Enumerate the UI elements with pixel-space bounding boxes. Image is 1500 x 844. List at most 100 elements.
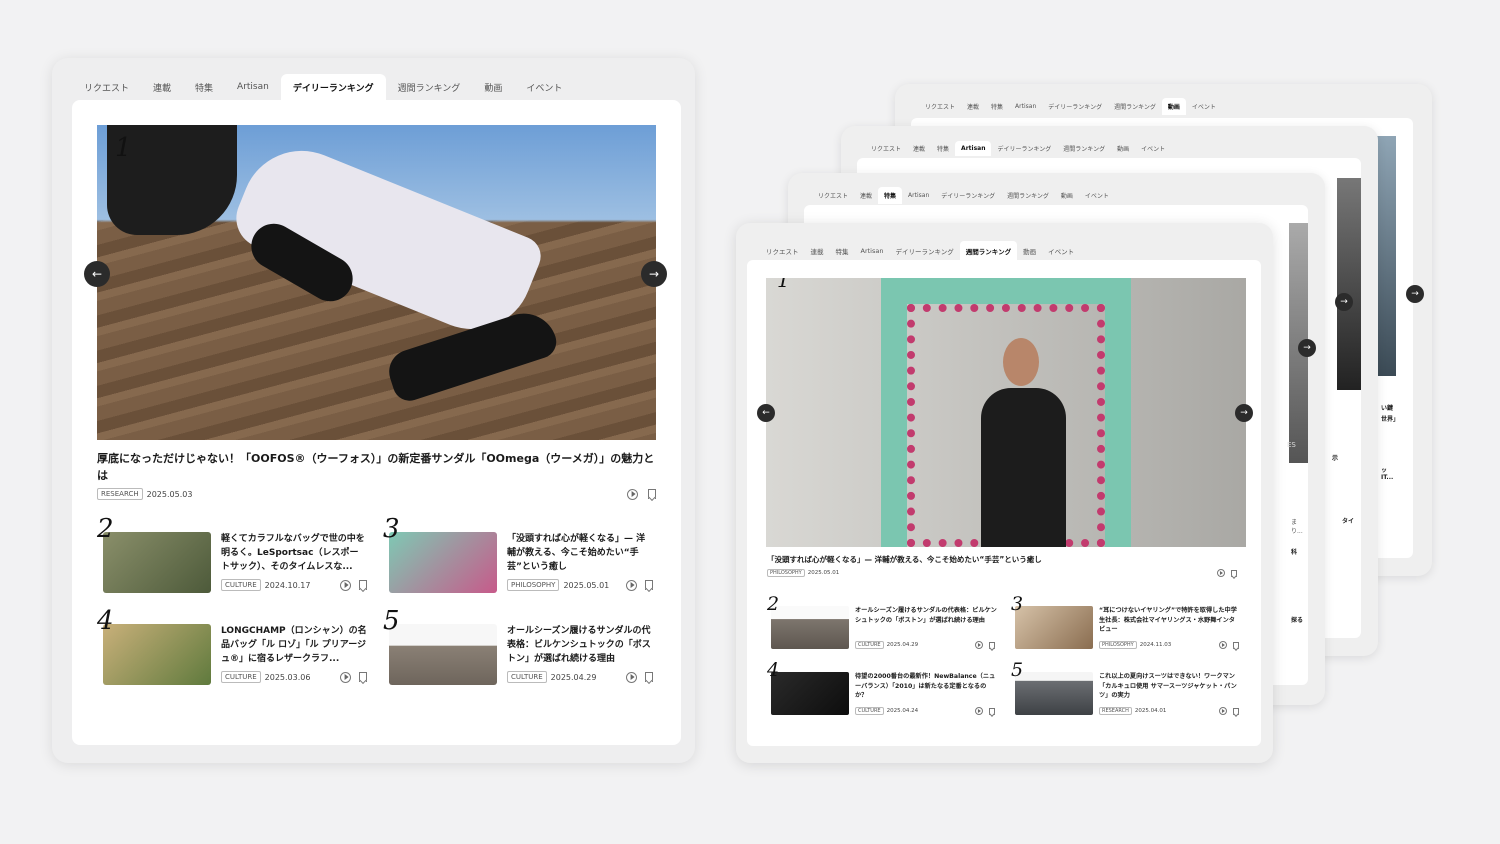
tab-request[interactable]: リクエスト: [72, 74, 141, 101]
card-title-link[interactable]: 軽くてカラフルなバッグで世の中を明るく。LeSportsac（レスポートサック）…: [221, 533, 367, 575]
play-icon[interactable]: [626, 579, 637, 591]
card-title-link[interactable]: オールシーズン履けるサンダルの代表格：ビルケンシュトックの「ボストン」が選ばれ続…: [507, 625, 653, 667]
tab-daily-ranking[interactable]: デイリーランキング: [889, 241, 959, 261]
tab-series[interactable]: 連載: [907, 140, 931, 157]
tab-request[interactable]: リクエスト: [865, 140, 907, 157]
card-title-link[interactable]: オールシーズン履けるサンダルの代表格：ビルケンシュトックの「ボストン」が選ばれ続…: [855, 606, 997, 625]
hero-image[interactable]: 1: [97, 125, 656, 440]
play-icon[interactable]: [975, 707, 983, 715]
ranking-card[interactable]: 2 オールシーズン履けるサンダルの代表格：ビルケンシュトックの「ボストン」が選ば…: [766, 595, 997, 649]
ranking-card[interactable]: 3 「没頭すれば心が軽くなる」— 洋輔が教える、今こそ始めたい“手芸”という癒し…: [383, 516, 653, 594]
tab-artisan[interactable]: Artisan: [855, 242, 890, 260]
bookmark-icon[interactable]: [645, 580, 653, 591]
tab-request[interactable]: リクエスト: [812, 187, 854, 204]
tab-feature[interactable]: 特集: [830, 241, 855, 261]
card-title-link[interactable]: LONGCHAMP（ロンシャン）の名品バッグ「ル ロゾ」「ル プリアージュ®」に…: [221, 625, 367, 667]
play-icon[interactable]: [1219, 641, 1227, 649]
tab-video[interactable]: 動画: [472, 74, 514, 101]
tab-daily-ranking[interactable]: デイリーランキング: [991, 140, 1057, 157]
play-icon[interactable]: [340, 579, 351, 591]
bookmark-icon[interactable]: [1231, 569, 1237, 577]
next-arrow-button[interactable]: →: [1335, 293, 1353, 311]
category-tag[interactable]: CULTURE: [855, 641, 884, 649]
tab-video[interactable]: 動画: [1111, 140, 1135, 157]
card-thumbnail[interactable]: [1015, 606, 1093, 649]
tab-event[interactable]: イベント: [1042, 241, 1080, 261]
category-tag[interactable]: PHILOSOPHY: [507, 579, 560, 592]
prev-arrow-button[interactable]: ←: [757, 404, 775, 422]
bookmark-icon[interactable]: [1233, 707, 1239, 715]
tab-daily-ranking[interactable]: デイリーランキング: [280, 73, 386, 101]
ranking-card[interactable]: 2 軽くてカラフルなバッグで世の中を明るく。LeSportsac（レスポートサッ…: [97, 516, 367, 594]
tab-video[interactable]: 動画: [1017, 241, 1042, 261]
next-arrow-button[interactable]: →: [1298, 339, 1316, 357]
card-thumbnail[interactable]: [103, 624, 211, 685]
tab-event[interactable]: イベント: [1186, 98, 1222, 115]
next-arrow-button[interactable]: →: [1235, 404, 1253, 422]
card-thumbnail[interactable]: [389, 532, 497, 593]
ranking-card[interactable]: 5 これ以上の夏向けスーツはできない！ワークマン「カルキュロ使用 サマースーツジ…: [1010, 661, 1241, 715]
card-title-link[interactable]: 「没頭すれば心が軽くなる」— 洋輔が教える、今こそ始めたい“手芸”という癒し: [507, 533, 653, 575]
play-icon[interactable]: [975, 641, 983, 649]
category-tag[interactable]: PHILOSOPHY: [767, 569, 805, 577]
category-tag[interactable]: RESEARCH: [1099, 707, 1132, 715]
hero-title-link[interactable]: 厚底になっただけじゃない！「OOFOS®（ウーフォス）」の新定番サンダル「OOm…: [97, 450, 657, 484]
tab-feature[interactable]: 特集: [985, 98, 1009, 115]
tab-daily-ranking[interactable]: デイリーランキング: [1042, 98, 1108, 115]
next-arrow-button[interactable]: →: [1406, 285, 1424, 303]
prev-arrow-button[interactable]: ←: [84, 261, 110, 287]
card-thumbnail[interactable]: [389, 624, 497, 685]
tab-video[interactable]: 動画: [1161, 98, 1186, 115]
play-icon[interactable]: [1217, 569, 1225, 577]
tab-weekly-ranking[interactable]: 週間ランキング: [1001, 187, 1055, 204]
tab-feature[interactable]: 特集: [878, 187, 903, 204]
card-thumbnail[interactable]: [103, 532, 211, 593]
card-thumbnail[interactable]: [771, 672, 849, 715]
bookmark-icon[interactable]: [989, 641, 995, 649]
tab-feature[interactable]: 特集: [931, 140, 955, 157]
tab-series[interactable]: 連載: [805, 241, 830, 261]
bookmark-icon[interactable]: [359, 580, 367, 591]
tab-request[interactable]: リクエスト: [919, 98, 961, 115]
card-title-link[interactable]: 待望の2000番台の最新作！NewBalance（ニューバランス）「2010」は…: [855, 672, 997, 701]
bookmark-icon[interactable]: [359, 672, 367, 683]
tab-weekly-ranking[interactable]: 週間ランキング: [1057, 140, 1111, 157]
category-tag[interactable]: CULTURE: [221, 671, 261, 684]
tab-daily-ranking[interactable]: デイリーランキング: [935, 187, 1001, 204]
tab-artisan[interactable]: Artisan: [902, 188, 935, 203]
ranking-card[interactable]: 5 オールシーズン履けるサンダルの代表格：ビルケンシュトックの「ボストン」が選ば…: [383, 608, 653, 686]
tab-event[interactable]: イベント: [514, 74, 574, 101]
card-thumbnail[interactable]: [1015, 672, 1093, 715]
card-thumbnail[interactable]: [771, 606, 849, 649]
bookmark-icon[interactable]: [645, 672, 653, 683]
tab-feature[interactable]: 特集: [183, 74, 225, 101]
play-icon[interactable]: [1219, 707, 1227, 715]
tab-request[interactable]: リクエスト: [760, 241, 805, 261]
next-arrow-button[interactable]: →: [641, 261, 667, 287]
tab-weekly-ranking[interactable]: 週間ランキング: [386, 74, 473, 101]
hero-title-link[interactable]: 「没頭すれば心が軽くなる」— 洋輔が教える、今こそ始めたい“手芸”という癒し: [767, 554, 1247, 565]
tab-weekly-ranking[interactable]: 週間ランキング: [959, 241, 1018, 261]
bookmark-icon[interactable]: [1233, 641, 1239, 649]
ranking-card[interactable]: 4 待望の2000番台の最新作！NewBalance（ニューバランス）「2010…: [766, 661, 997, 715]
hero-image[interactable]: 1: [766, 278, 1246, 547]
bookmark-icon[interactable]: [648, 489, 656, 500]
ranking-card[interactable]: 4 LONGCHAMP（ロンシャン）の名品バッグ「ル ロゾ」「ル プリアージュ®…: [97, 608, 367, 686]
tab-event[interactable]: イベント: [1079, 187, 1115, 204]
tab-weekly-ranking[interactable]: 週間ランキング: [1108, 98, 1162, 115]
category-tag[interactable]: RESEARCH: [97, 488, 143, 501]
play-icon[interactable]: [340, 671, 351, 683]
card-title-link[interactable]: これ以上の夏向けスーツはできない！ワークマン「カルキュロ使用 サマースーツジャケ…: [1099, 672, 1241, 701]
tab-series[interactable]: 連載: [961, 98, 985, 115]
card-title-link[interactable]: “耳につけないイヤリング”で特許を取得した中学生社長：株式会社マイヤリングス・水…: [1099, 606, 1241, 635]
play-icon[interactable]: [626, 671, 637, 683]
play-icon[interactable]: [627, 488, 638, 500]
category-tag[interactable]: PHILOSOPHY: [1099, 641, 1137, 649]
tab-series[interactable]: 連載: [854, 187, 878, 204]
tab-series[interactable]: 連載: [141, 74, 183, 101]
tab-artisan[interactable]: Artisan: [955, 141, 992, 156]
category-tag[interactable]: CULTURE: [507, 671, 547, 684]
tab-artisan[interactable]: Artisan: [225, 75, 281, 99]
bookmark-icon[interactable]: [989, 707, 995, 715]
tab-event[interactable]: イベント: [1135, 140, 1171, 157]
